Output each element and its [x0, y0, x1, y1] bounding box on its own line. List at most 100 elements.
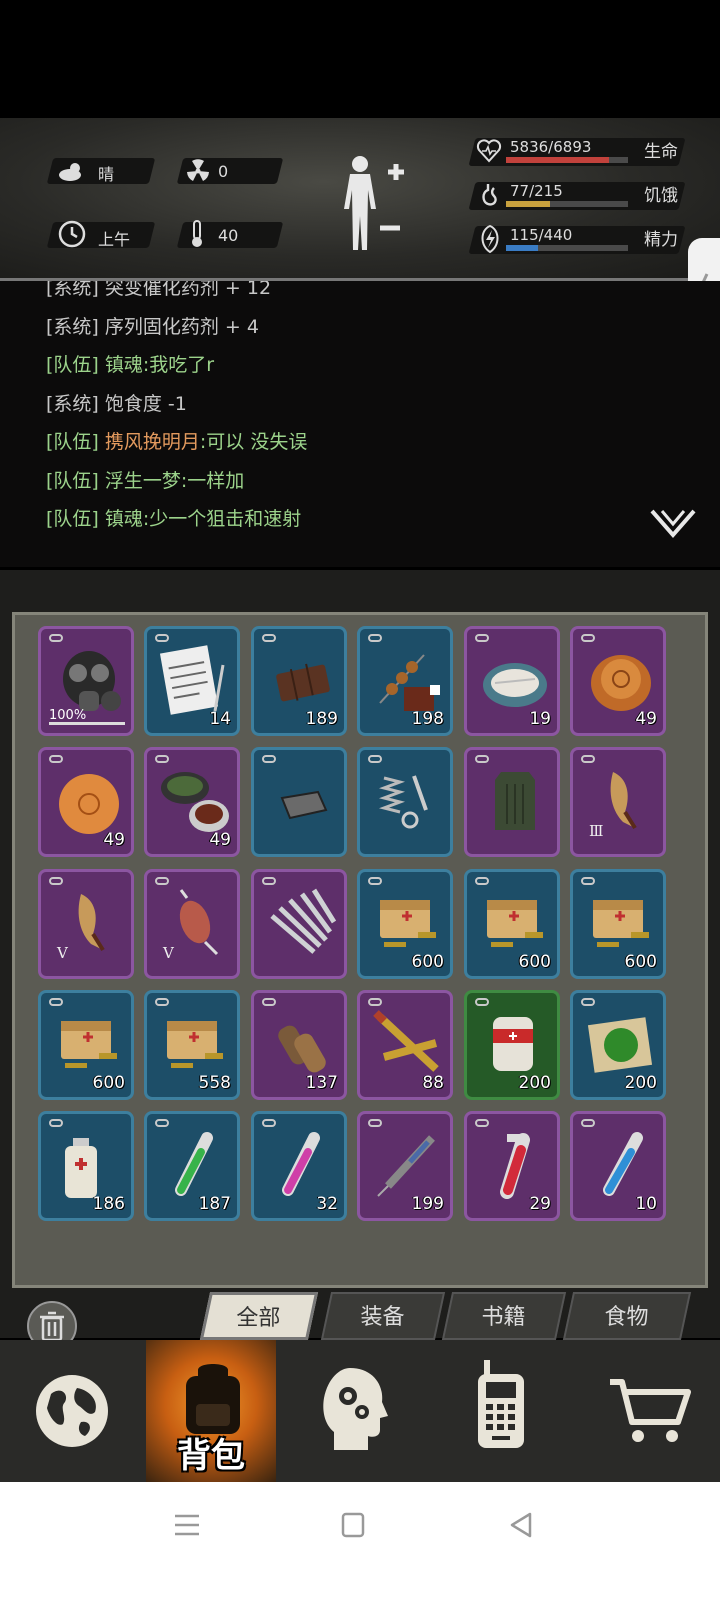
link-icon — [368, 1119, 382, 1127]
tab-books[interactable]: 书籍 — [441, 1292, 567, 1340]
weather-label: 晴 — [98, 165, 115, 184]
link-icon — [475, 877, 489, 885]
tab-all[interactable]: 全部 — [199, 1292, 319, 1340]
item-count: 49 — [103, 830, 125, 850]
item-count: 200 — [624, 1073, 657, 1093]
link-icon — [155, 877, 169, 885]
energy-bar — [506, 245, 628, 251]
inventory-slot[interactable]: 199 — [357, 1111, 453, 1221]
collapse-chat-icon[interactable] — [650, 507, 696, 541]
radiation-icon — [187, 159, 209, 181]
chat-line: [系统] 序列固化药剂 + 4 — [46, 316, 259, 338]
link-icon — [49, 755, 63, 763]
inventory-slot[interactable]: 189 — [251, 626, 347, 736]
item-count: 32 — [316, 1194, 338, 1214]
inventory-slot[interactable]: 600 — [38, 990, 134, 1100]
energy-value: 115/440 — [510, 226, 573, 244]
inventory-slot[interactable]: 600 — [570, 869, 666, 979]
health-label: 生命 — [644, 142, 678, 162]
chat-line: [系统] 突变催化药剂 + 12 — [46, 281, 272, 299]
inventory-slot[interactable] — [464, 747, 560, 857]
inventory-slot[interactable]: 200 — [570, 990, 666, 1100]
home-icon[interactable] — [341, 1512, 365, 1538]
inventory-slot[interactable]: 558 — [144, 990, 240, 1100]
inventory-slot[interactable]: 137 — [251, 990, 347, 1100]
item-count: 558 — [198, 1073, 231, 1093]
item-count: 19 — [529, 709, 551, 729]
link-icon — [475, 998, 489, 1006]
item-count: 88 — [422, 1073, 444, 1093]
top-black-bar — [0, 0, 720, 118]
link-icon — [262, 877, 276, 885]
inventory-slot[interactable] — [251, 869, 347, 979]
inventory-slot[interactable]: 10 — [570, 1111, 666, 1221]
back-icon[interactable] — [508, 1512, 534, 1538]
chat-line: [队伍] 浮生一梦:一样加 — [46, 470, 245, 492]
stomach-icon — [482, 184, 497, 206]
item-count: 137 — [305, 1073, 338, 1093]
item-count: 199 — [411, 1194, 444, 1214]
inventory-slot[interactable] — [251, 747, 347, 857]
item-count: 10 — [635, 1194, 657, 1214]
inventory-slot[interactable]: 49 — [144, 747, 240, 857]
inventory-slot[interactable]: 32 — [251, 1111, 347, 1221]
energy-icon — [481, 224, 499, 254]
nav-shop[interactable] — [580, 1340, 720, 1482]
item-count: 14 — [209, 709, 231, 729]
item-count: 200 — [518, 1073, 551, 1093]
chat-log[interactable]: [系统] 突变催化药剂 + 12 [系统] 序列固化药剂 + 4 [队伍] 镇魂… — [0, 281, 720, 567]
health-bar — [506, 157, 628, 163]
hunger-bar — [506, 201, 628, 207]
link-icon — [581, 634, 595, 642]
link-icon — [475, 634, 489, 642]
chat-line: [系统] 饱食度 -1 — [46, 393, 187, 415]
heart-icon — [476, 139, 502, 163]
radio-icon — [478, 1360, 524, 1448]
durability-bar — [49, 722, 125, 725]
nav-radio[interactable] — [436, 1340, 566, 1482]
link-icon — [368, 998, 382, 1006]
item-count: 600 — [92, 1073, 125, 1093]
inventory-slot[interactable]: 49 — [38, 747, 134, 857]
inventory-slot[interactable]: 88 — [357, 990, 453, 1100]
tab-equipment[interactable]: 装备 — [320, 1292, 446, 1340]
inventory-slot[interactable]: Ⅴ — [144, 869, 240, 979]
nav-world[interactable] — [0, 1340, 146, 1482]
inventory-slot[interactable]: Ⅴ — [38, 869, 134, 979]
menu-icon[interactable] — [174, 1512, 200, 1538]
item-durability: 100% — [49, 708, 87, 723]
energy-label: 精力 — [644, 230, 678, 250]
inventory-slot[interactable]: 49 — [570, 626, 666, 736]
link-icon — [262, 1119, 276, 1127]
link-icon — [49, 1119, 63, 1127]
item-count: 198 — [411, 709, 444, 729]
inventory-slot[interactable] — [357, 747, 453, 857]
body-status-icon[interactable] — [336, 154, 408, 254]
tab-food[interactable]: 食物 — [562, 1292, 692, 1340]
link-icon — [581, 755, 595, 763]
inventory-slot[interactable]: 187 — [144, 1111, 240, 1221]
inventory-slot[interactable]: 100% — [38, 626, 134, 736]
inventory-slot[interactable]: Ⅲ — [570, 747, 666, 857]
link-icon — [475, 755, 489, 763]
inventory-slot[interactable]: 600 — [357, 869, 453, 979]
nav-skills[interactable] — [290, 1340, 420, 1482]
thermometer-icon — [192, 220, 202, 247]
link-icon — [581, 1119, 595, 1127]
inventory-slot[interactable]: 186 — [38, 1111, 134, 1221]
link-icon — [262, 755, 276, 763]
link-icon — [581, 877, 595, 885]
inventory-slot[interactable]: 14 — [144, 626, 240, 736]
status-panel: 晴 0 上午 40 5836/6893 生命 77/215 饥饿 115/440… — [0, 118, 720, 281]
item-tier: Ⅲ — [589, 822, 604, 840]
inventory-slot[interactable]: 198 — [357, 626, 453, 736]
system-nav-bar — [0, 1482, 720, 1612]
chat-line: [队伍] 镇魂:少一个狙击和速射 — [46, 508, 302, 530]
inventory-slot[interactable]: 600 — [464, 869, 560, 979]
inventory-slot[interactable]: 19 — [464, 626, 560, 736]
link-icon — [262, 998, 276, 1006]
inventory-slot[interactable]: 29 — [464, 1111, 560, 1221]
inventory-slot[interactable]: 200 — [464, 990, 560, 1100]
link-icon — [49, 998, 63, 1006]
nav-backpack[interactable]: 背包 — [146, 1340, 276, 1482]
